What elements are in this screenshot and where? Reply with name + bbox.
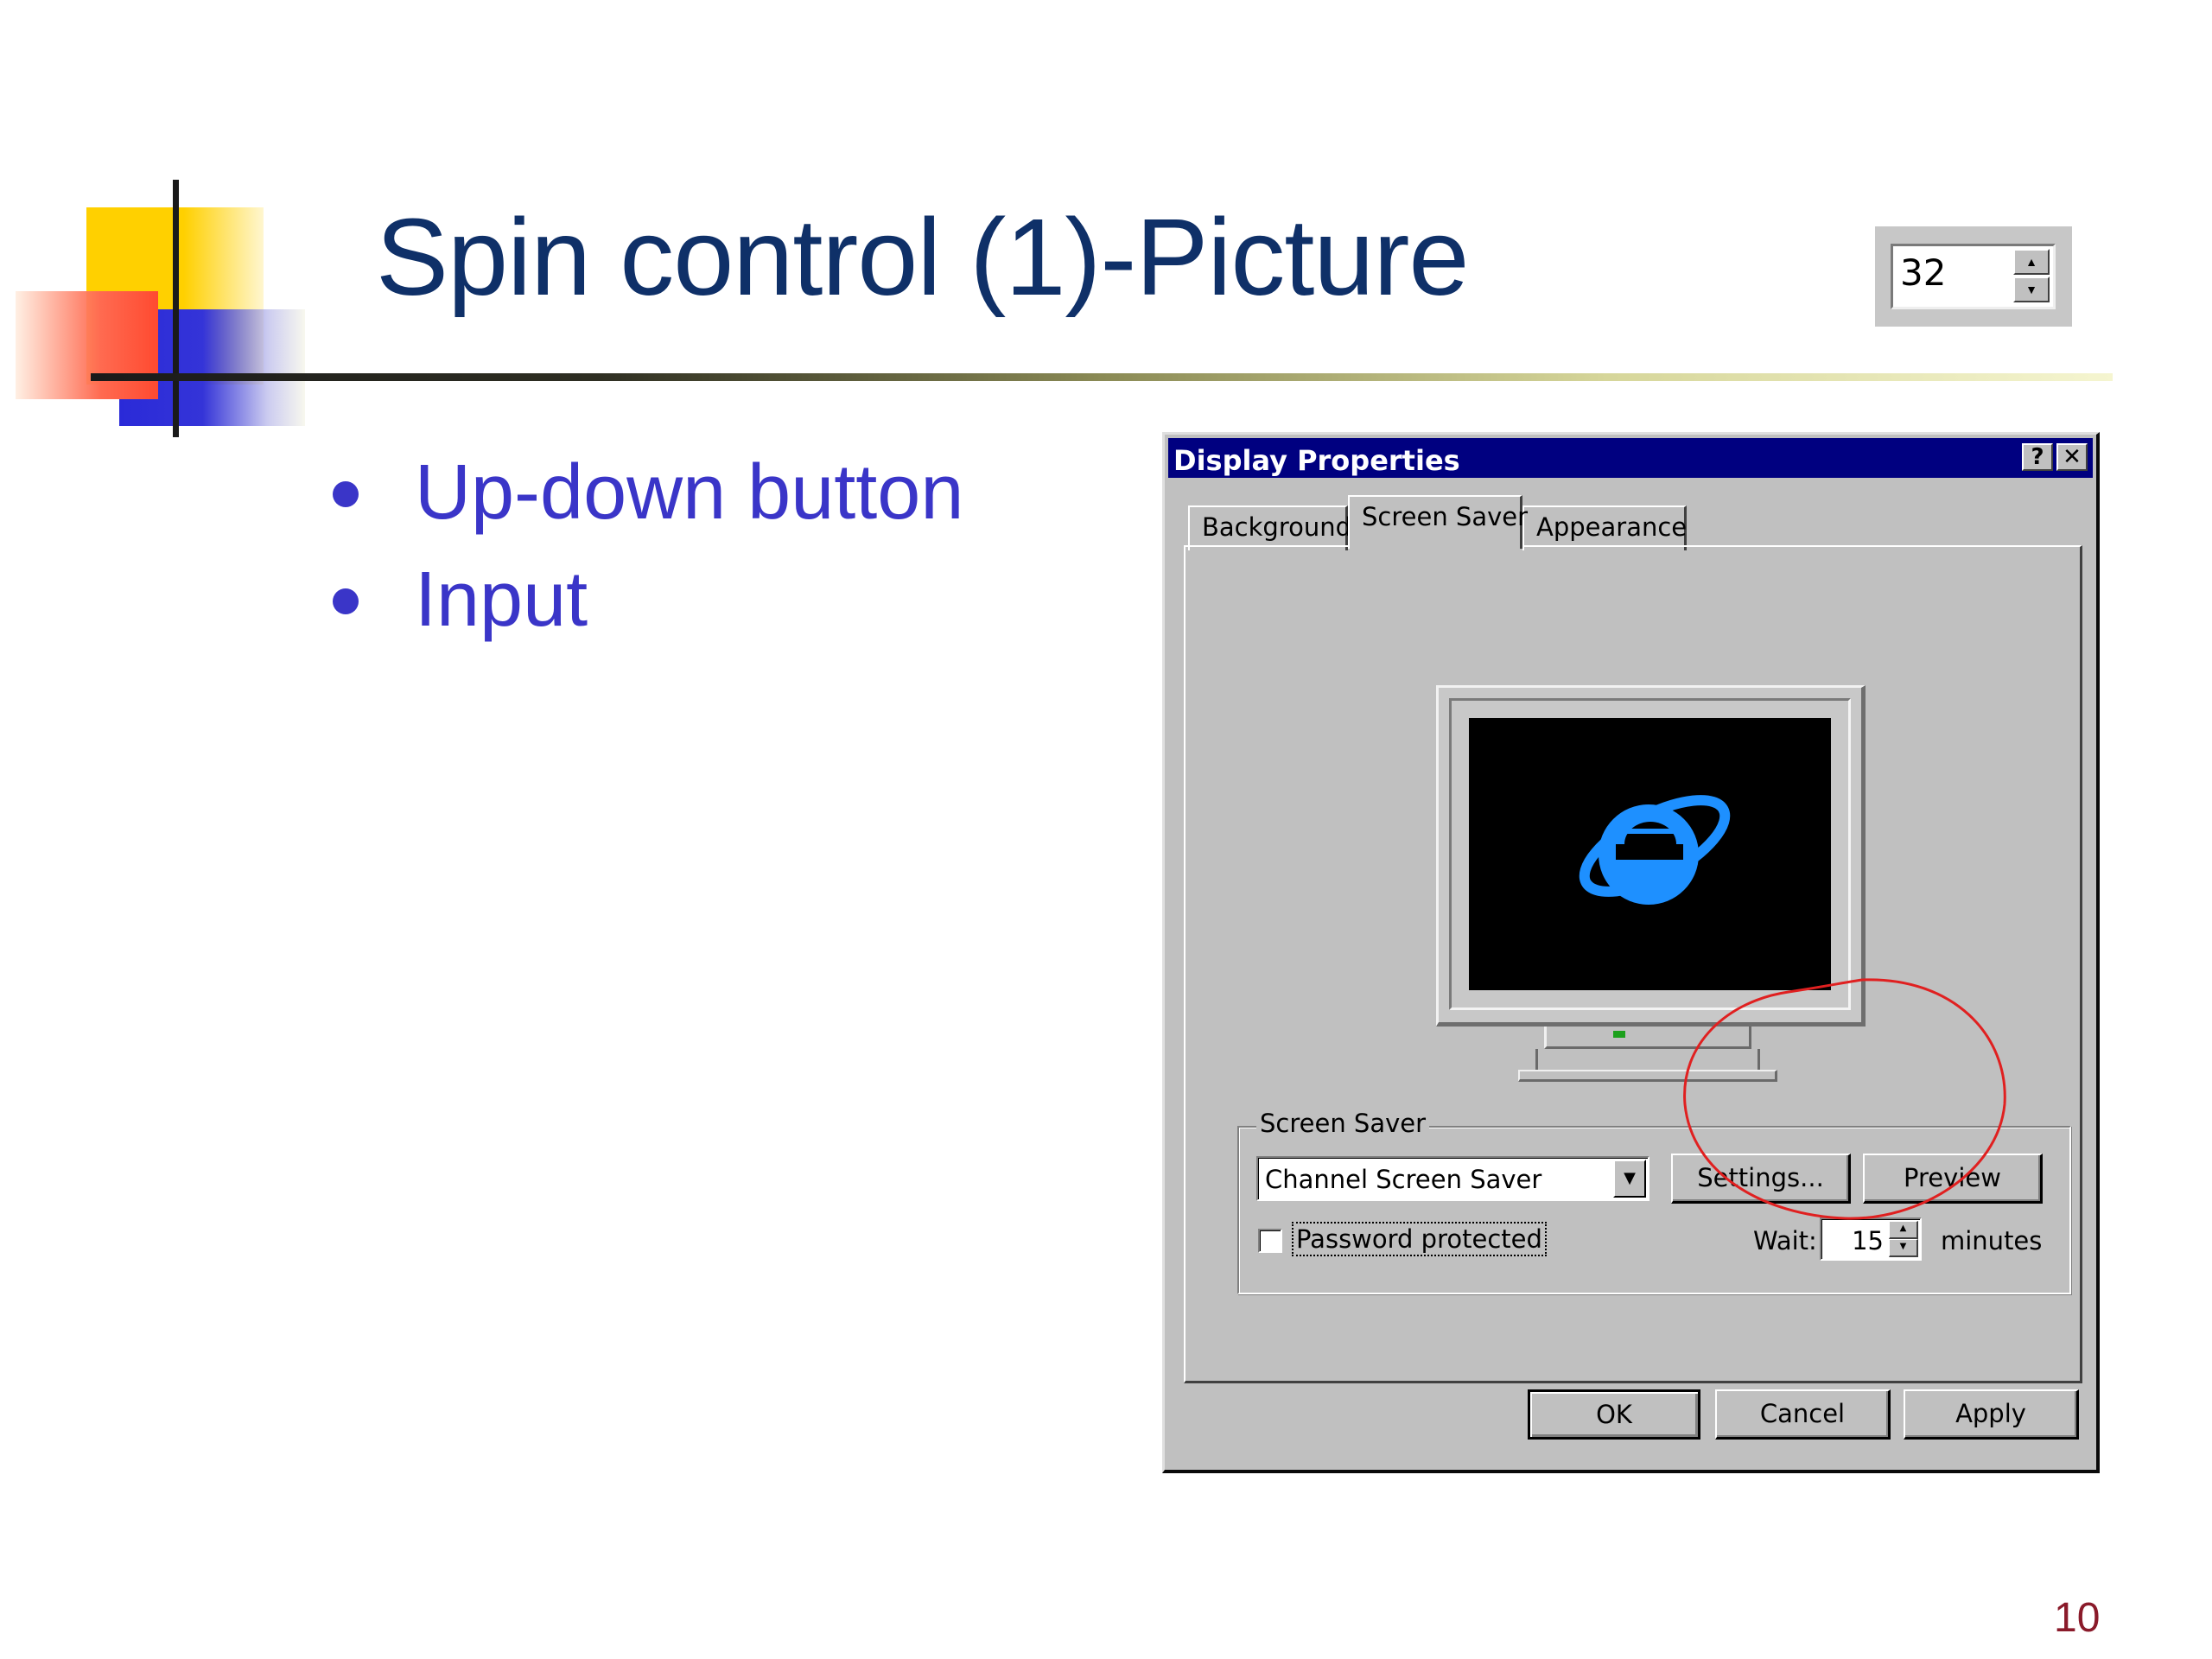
password-checkbox[interactable] — [1258, 1229, 1282, 1253]
spin-down-icon[interactable]: ▼ — [1889, 1239, 1918, 1257]
spin-up-icon[interactable]: ▲ — [2013, 249, 2050, 275]
bullet-dot-icon — [333, 481, 359, 507]
bullet-list: Up-down button Input — [333, 445, 963, 659]
minutes-label: minutes — [1941, 1226, 2043, 1255]
close-icon[interactable]: ✕ — [2056, 443, 2088, 471]
monitor-base — [1518, 1070, 1777, 1082]
decor-red-square — [16, 291, 158, 399]
spin-sample-field[interactable]: 32 ▲ ▼ — [1891, 244, 2056, 309]
spin-control-sample: 32 ▲ ▼ — [1875, 226, 2072, 327]
monitor-stand — [1544, 1027, 1751, 1049]
tab-panel: Screen Saver Channel Screen Saver ▼ Sett… — [1184, 545, 2082, 1383]
wait-spin-control[interactable]: 15 ▲ ▼ — [1820, 1217, 1922, 1261]
screen-saver-group: Screen Saver Channel Screen Saver ▼ Sett… — [1237, 1109, 2071, 1294]
password-label[interactable]: Password protected — [1292, 1222, 1547, 1256]
bullet-text: Input — [415, 556, 588, 643]
tab-screen-saver[interactable]: Screen Saver — [1348, 495, 1528, 549]
page-number: 10 — [2054, 1595, 2101, 1641]
display-properties-dialog: Display Properties ? ✕ Background Screen… — [1162, 432, 2100, 1473]
tab-appearance[interactable]: Appearance — [1522, 505, 1687, 550]
settings-button[interactable]: Settings... — [1671, 1154, 1851, 1204]
dialog-titlebar[interactable]: Display Properties ? ✕ — [1168, 438, 2093, 478]
preview-button[interactable]: Preview — [1863, 1154, 2043, 1204]
bullet-text: Up-down button — [415, 449, 964, 536]
internet-explorer-logo — [1579, 795, 1731, 905]
bullet-dot-icon — [333, 588, 359, 614]
dropdown-arrow-icon[interactable]: ▼ — [1613, 1160, 1646, 1198]
wait-label: Wait: — [1753, 1226, 1817, 1255]
spin-up-icon[interactable]: ▲ — [1889, 1221, 1918, 1239]
help-icon[interactable]: ? — [2022, 443, 2053, 471]
spin-sample-value: 32 — [1900, 251, 1947, 294]
dialog-title: Display Properties — [1173, 444, 1460, 477]
ok-button[interactable]: OK — [1528, 1389, 1700, 1440]
screen-saver-selected: Channel Screen Saver — [1265, 1165, 1542, 1194]
tab-background[interactable]: Background — [1188, 505, 1351, 550]
wait-spin-buttons: ▲ ▼ — [1889, 1221, 1918, 1257]
decor-vertical-line — [173, 180, 179, 437]
monitor-neck — [1535, 1049, 1760, 1070]
title-underline — [91, 373, 2113, 381]
preview-screen — [1469, 718, 1831, 990]
spin-sample-buttons: ▲ ▼ — [2013, 249, 2050, 304]
bullet-item: Input — [333, 552, 963, 659]
monitor-icon — [1436, 685, 1866, 1027]
apply-button[interactable]: Apply — [1904, 1389, 2079, 1440]
spin-down-icon[interactable]: ▼ — [2013, 276, 2050, 302]
cancel-button[interactable]: Cancel — [1715, 1389, 1891, 1440]
wait-value: 15 — [1852, 1226, 1884, 1255]
slide-title: Spin control (1)-Picture — [376, 196, 1469, 318]
group-label: Screen Saver — [1256, 1109, 1430, 1138]
screen-saver-select[interactable]: Channel Screen Saver ▼ — [1256, 1156, 1649, 1201]
bullet-item: Up-down button — [333, 445, 963, 552]
monitor-led — [1613, 1031, 1625, 1038]
